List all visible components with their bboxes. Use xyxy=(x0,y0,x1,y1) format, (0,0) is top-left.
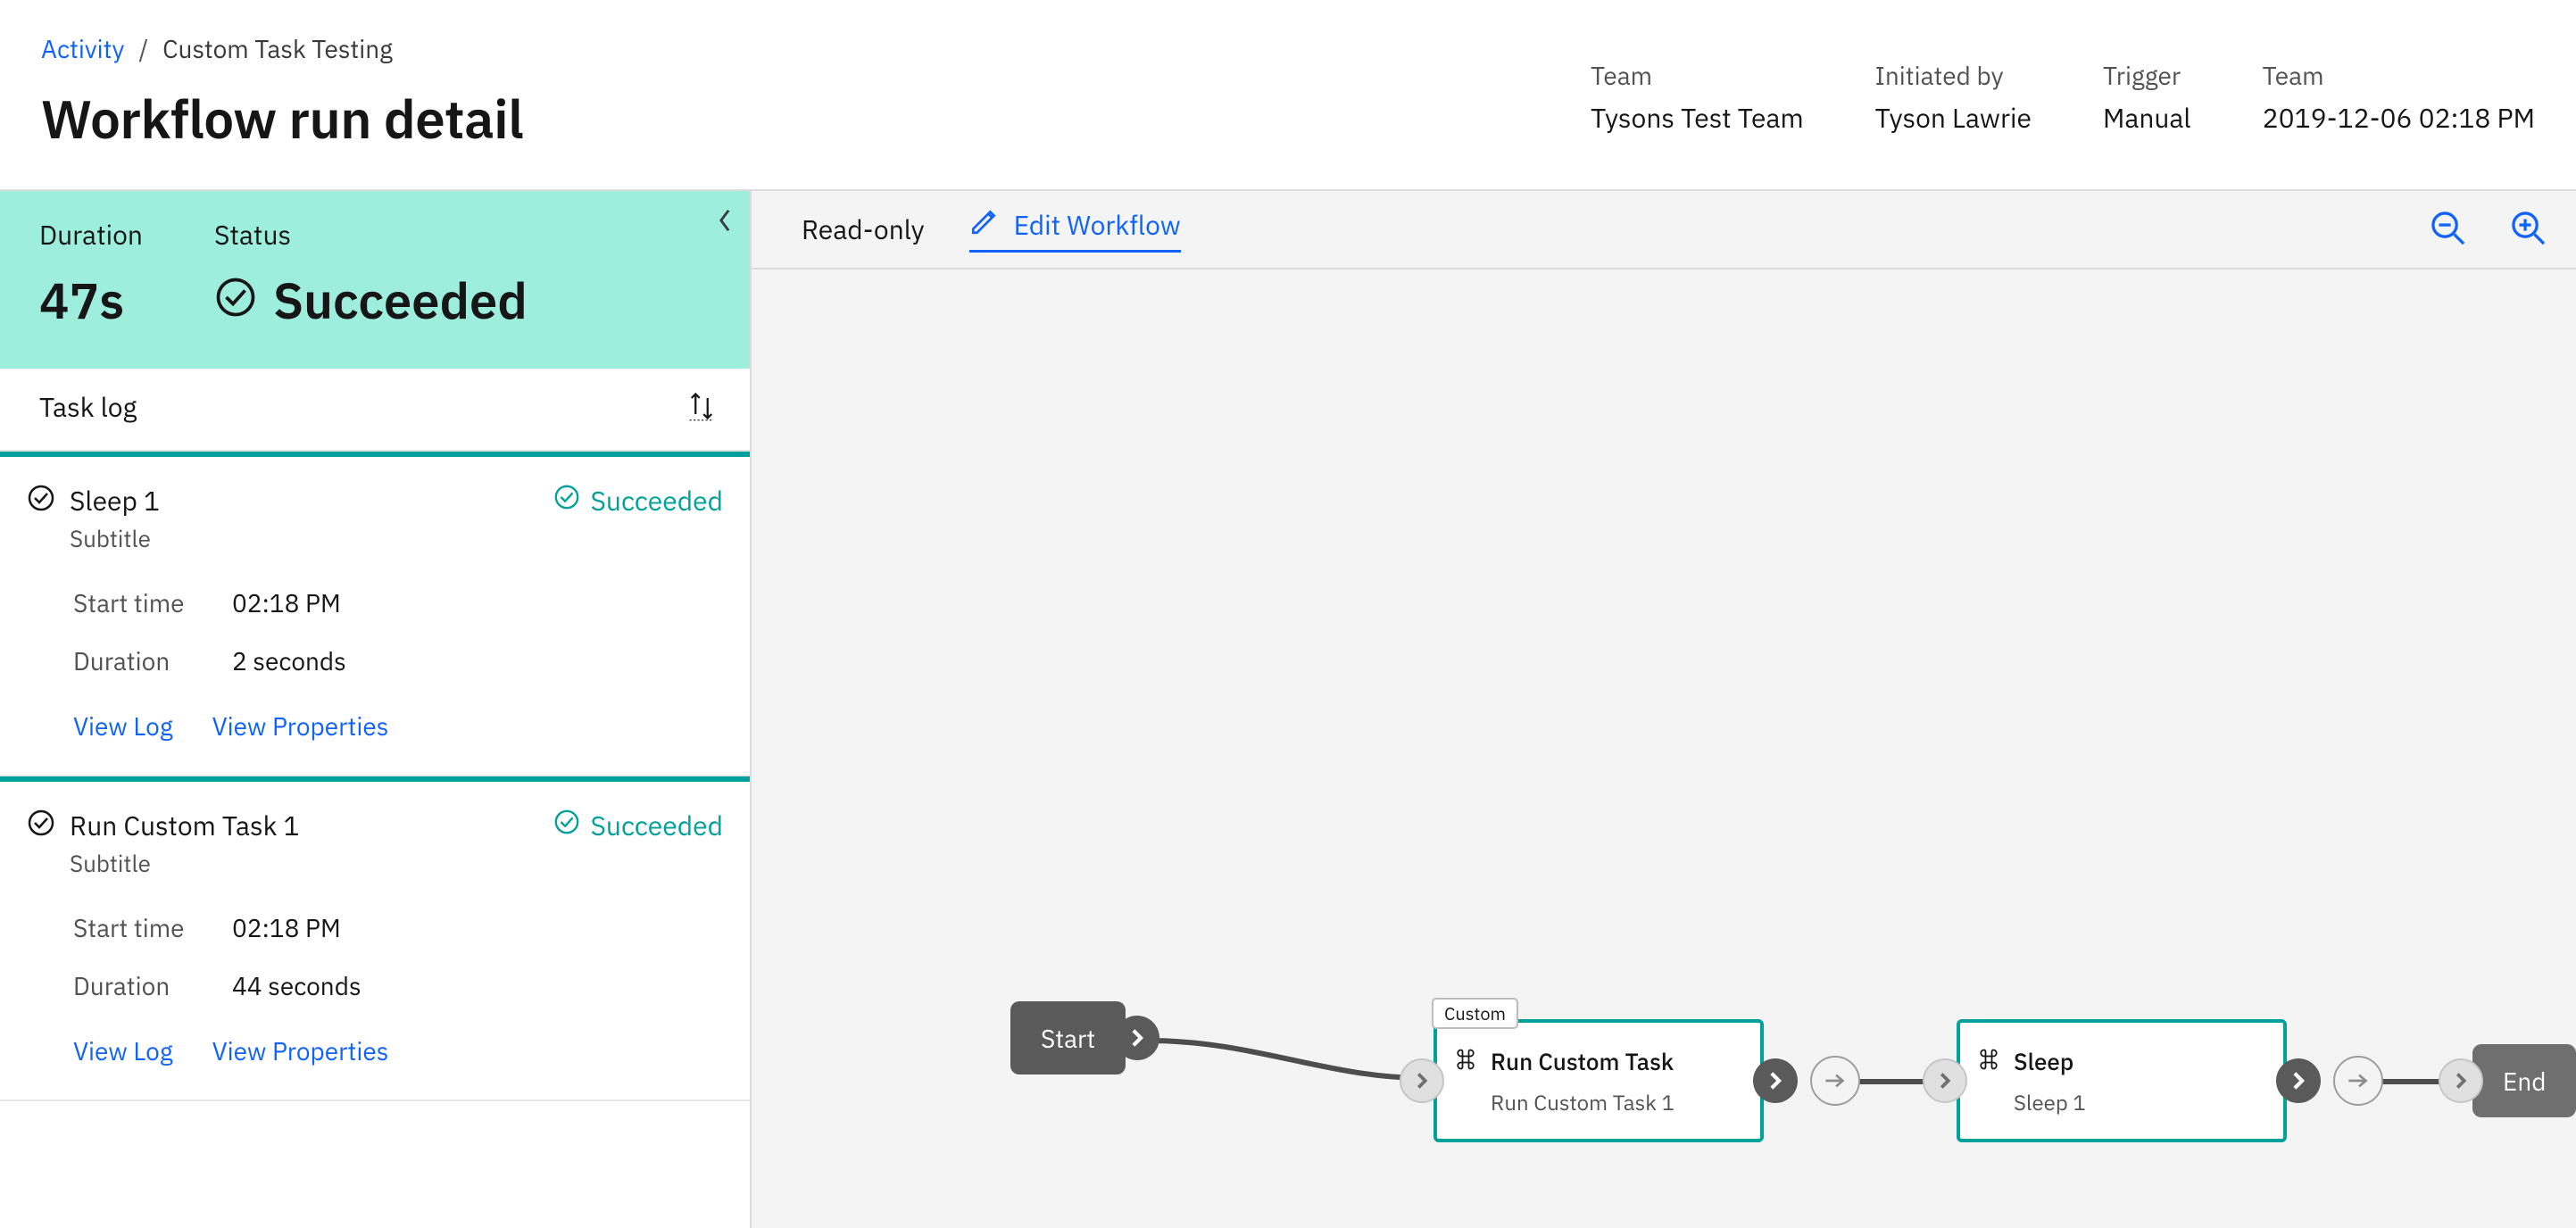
start-time-label: Start time xyxy=(73,911,207,944)
node-output-port[interactable] xyxy=(2276,1058,2321,1103)
workflow-task-node[interactable]: Sleep Sleep 1 xyxy=(1923,1019,2383,1142)
start-node[interactable]: Start xyxy=(1010,1001,1159,1074)
task-status: Succeeded xyxy=(553,484,724,519)
node-connector-icon xyxy=(1810,1056,1860,1106)
task-log-header: Task log xyxy=(0,369,750,452)
task-status-text: Succeeded xyxy=(591,484,724,519)
workflow-canvas[interactable]: Start Custom xyxy=(752,270,2576,1228)
meta-value: Tyson Lawrie xyxy=(1875,101,2032,136)
node-connector-icon xyxy=(2333,1056,2383,1106)
task-subtitle: Subtitle xyxy=(70,849,539,879)
breadcrumb: Activity / Custom Task Testing xyxy=(41,32,1591,65)
sidebar: Duration 47s Status Succeeded xyxy=(0,191,752,1228)
checkmark-outline-icon xyxy=(553,809,580,843)
command-icon xyxy=(1453,1046,1478,1079)
meta-label: Team xyxy=(2263,59,2535,92)
meta-label: Initiated by xyxy=(1875,59,2032,92)
custom-tag: Custom xyxy=(1432,998,1518,1029)
readonly-label: Read-only xyxy=(802,212,925,247)
meta-initiated-by: Initiated by Tyson Lawrie xyxy=(1875,59,2032,136)
meta-trigger: Trigger Manual xyxy=(2103,59,2191,136)
edit-icon xyxy=(969,206,1000,245)
view-log-link[interactable]: View Log xyxy=(73,1034,173,1067)
meta-team: Team Tysons Test Team xyxy=(1591,59,1804,136)
node-output-port[interactable] xyxy=(1115,1016,1159,1060)
start-time-label: Start time xyxy=(73,586,207,619)
task-title: Run Custom Task 1 xyxy=(70,809,539,843)
node-output-port[interactable] xyxy=(1753,1058,1798,1103)
meta-value: Tysons Test Team xyxy=(1591,101,1804,136)
meta-label: Team xyxy=(1591,59,1804,92)
meta-label: Trigger xyxy=(2103,59,2191,92)
view-properties-link[interactable]: View Properties xyxy=(212,1034,389,1067)
end-node-label: End xyxy=(2472,1044,2576,1117)
meta-value: 2019-12-06 02:18 PM xyxy=(2263,101,2535,136)
task-title: Sleep 1 xyxy=(70,484,539,519)
task-item: Sleep 1 Subtitle Succeeded Start time 02 xyxy=(0,452,750,776)
duration-label: Duration xyxy=(39,218,143,253)
page-title: Workflow run detail xyxy=(41,83,1591,154)
canvas-area: Read-only Edit Workflow xyxy=(752,191,2576,1228)
command-icon xyxy=(1976,1046,2001,1079)
workflow-task-node[interactable]: Custom Run Custom Task Run Custom Task 1 xyxy=(1400,1019,1860,1142)
page-header: Activity / Custom Task Testing Workflow … xyxy=(0,0,2576,191)
breadcrumb-separator: / xyxy=(138,32,148,65)
checkmark-outline-icon xyxy=(27,484,55,519)
task-status-text: Succeeded xyxy=(591,809,724,843)
edit-workflow-label: Edit Workflow xyxy=(1014,208,1181,243)
view-log-link[interactable]: View Log xyxy=(73,709,173,743)
task-subtitle: Subtitle xyxy=(70,524,539,554)
sort-toggle-button[interactable] xyxy=(680,385,723,430)
meta-timestamp: Team 2019-12-06 02:18 PM xyxy=(2263,59,2535,136)
duration-label: Duration xyxy=(73,644,207,677)
duration-value: 47s xyxy=(39,269,143,333)
task-status: Succeeded xyxy=(553,809,724,843)
view-properties-link[interactable]: View Properties xyxy=(212,709,389,743)
start-time-value: 02:18 PM xyxy=(232,911,723,944)
checkmark-outline-icon xyxy=(553,484,580,519)
zoom-out-icon xyxy=(2430,210,2467,247)
end-node[interactable]: End xyxy=(2439,1044,2576,1117)
status-label: Status xyxy=(214,218,528,253)
task-node-title: Run Custom Task xyxy=(1491,1047,1674,1077)
breadcrumb-root-link[interactable]: Activity xyxy=(41,32,124,65)
breadcrumb-current: Custom Task Testing xyxy=(162,32,393,65)
run-status-block: Duration 47s Status Succeeded xyxy=(0,191,750,369)
duration-value: 2 seconds xyxy=(232,644,723,677)
task-node-subtitle: Sleep 1 xyxy=(2014,1088,2262,1116)
task-node-subtitle: Run Custom Task 1 xyxy=(1491,1088,1739,1116)
start-time-value: 02:18 PM xyxy=(232,586,723,619)
canvas-toolbar: Read-only Edit Workflow xyxy=(752,191,2576,270)
duration-value: 44 seconds xyxy=(232,969,723,1002)
sort-icon xyxy=(686,390,718,422)
node-input-port[interactable] xyxy=(1923,1058,1967,1103)
meta-value: Manual xyxy=(2103,101,2191,136)
workflow-edge xyxy=(1148,1028,1425,1099)
edit-workflow-link[interactable]: Edit Workflow xyxy=(969,206,1181,253)
checkmark-outline-icon xyxy=(27,809,55,844)
task-log-title: Task log xyxy=(39,390,137,425)
zoom-in-button[interactable] xyxy=(2506,206,2551,253)
checkmark-outline-icon xyxy=(214,269,257,333)
meta-group: Team Tysons Test Team Initiated by Tyson… xyxy=(1591,32,2535,136)
collapse-sidebar-icon[interactable] xyxy=(716,207,734,240)
start-node-label: Start xyxy=(1010,1001,1126,1074)
status-value: Succeeded xyxy=(214,269,528,333)
zoom-in-icon xyxy=(2510,210,2547,247)
task-node-title: Sleep xyxy=(2014,1047,2073,1077)
task-item: Run Custom Task 1 Subtitle Succeeded Sta… xyxy=(0,776,750,1101)
task-list: Sleep 1 Subtitle Succeeded Start time 02 xyxy=(0,452,750,1228)
node-input-port[interactable] xyxy=(1400,1058,1444,1103)
zoom-out-button[interactable] xyxy=(2426,206,2471,253)
duration-label: Duration xyxy=(73,969,207,1002)
node-input-port[interactable] xyxy=(2439,1058,2483,1103)
